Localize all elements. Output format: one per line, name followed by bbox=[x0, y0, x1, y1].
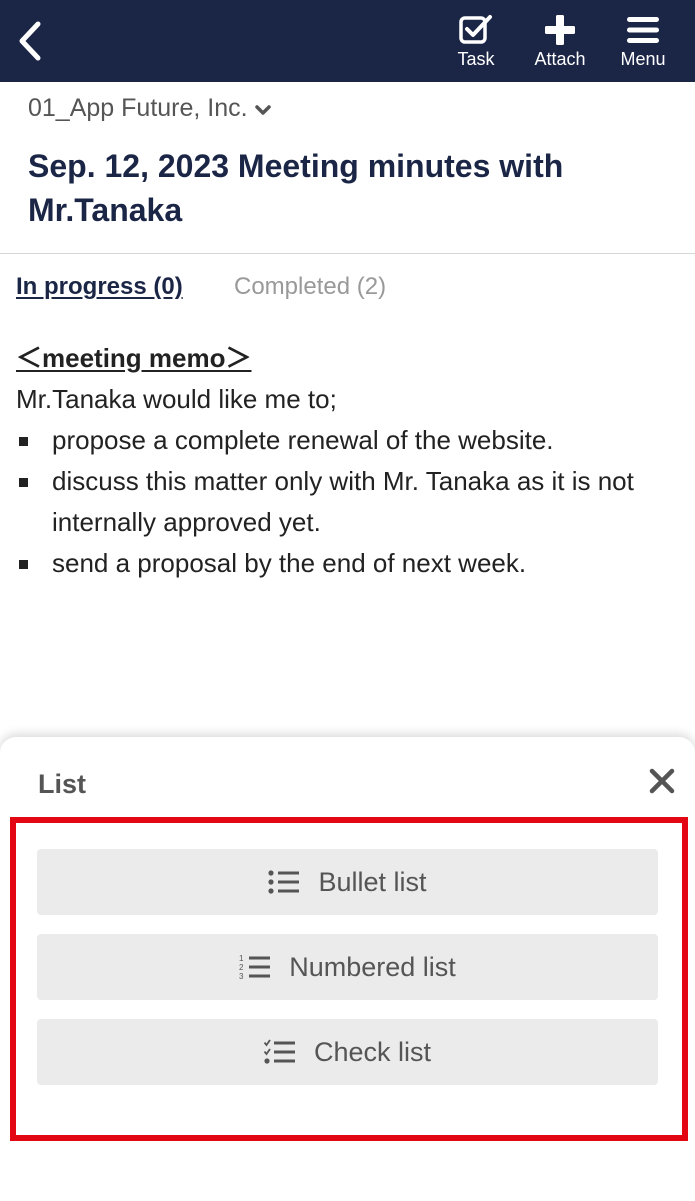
back-button[interactable] bbox=[8, 16, 52, 66]
tab-in-progress[interactable]: In progress (0) bbox=[16, 273, 183, 301]
sheet-title: List bbox=[38, 769, 87, 799]
attach-label: Attach bbox=[534, 49, 586, 69]
numbered-list-icon: 1 2 3 bbox=[239, 954, 271, 981]
check-list-button[interactable]: Check list bbox=[37, 1019, 658, 1085]
memo-intro: Mr.Tanaka would like me to; bbox=[16, 384, 337, 414]
task-button[interactable]: Task bbox=[446, 12, 506, 74]
list-item: discuss this matter only with Mr. Tanaka… bbox=[16, 461, 686, 543]
company-name: 01_App Future, Inc. bbox=[28, 94, 248, 122]
hamburger-icon bbox=[627, 17, 659, 43]
page-title: Sep. 12, 2023 Meeting minutes with Mr.Ta… bbox=[28, 148, 564, 228]
bullet-list-button[interactable]: Bullet list bbox=[37, 849, 658, 915]
svg-text:2: 2 bbox=[239, 963, 244, 972]
svg-text:1: 1 bbox=[239, 954, 244, 963]
numbered-list-label: Numbered list bbox=[289, 951, 456, 982]
menu-button[interactable]: Menu bbox=[612, 12, 674, 74]
list-item: send a proposal by the end of next week. bbox=[16, 543, 686, 584]
attach-button[interactable]: Attach bbox=[525, 12, 595, 74]
svg-text:3: 3 bbox=[239, 972, 244, 981]
close-button[interactable] bbox=[644, 763, 680, 799]
list-bottom-sheet: List Bullet list 1 2 3 Numbered list Che… bbox=[0, 737, 695, 1201]
top-bar: Task Attach Menu bbox=[0, 0, 695, 82]
numbered-list-button[interactable]: 1 2 3 Numbered list bbox=[37, 934, 658, 1000]
list-item: propose a complete renewal of the websit… bbox=[16, 420, 686, 461]
check-list-icon bbox=[263, 1039, 295, 1064]
check-list-label: Check list bbox=[313, 1036, 432, 1067]
tab-completed[interactable]: Completed (2) bbox=[234, 273, 386, 301]
memo-list: propose a complete renewal of the websit… bbox=[16, 420, 686, 584]
close-icon bbox=[649, 768, 675, 794]
chevron-down-icon bbox=[254, 104, 271, 115]
bullet-list-label: Bullet list bbox=[318, 866, 427, 897]
bullet-list-icon bbox=[268, 870, 300, 894]
task-label: Task bbox=[457, 49, 495, 69]
checkbox-pen-icon bbox=[459, 15, 492, 44]
plus-icon bbox=[545, 15, 575, 45]
chevron-left-icon bbox=[19, 21, 41, 61]
menu-label: Menu bbox=[620, 49, 666, 69]
memo-heading: ＜meeting memo＞ bbox=[16, 343, 252, 373]
company-selector[interactable]: 01_App Future, Inc. bbox=[28, 94, 272, 123]
memo-body: ＜meeting memo＞ Mr.Tanaka would like me t… bbox=[16, 338, 686, 584]
header-divider bbox=[0, 253, 695, 254]
